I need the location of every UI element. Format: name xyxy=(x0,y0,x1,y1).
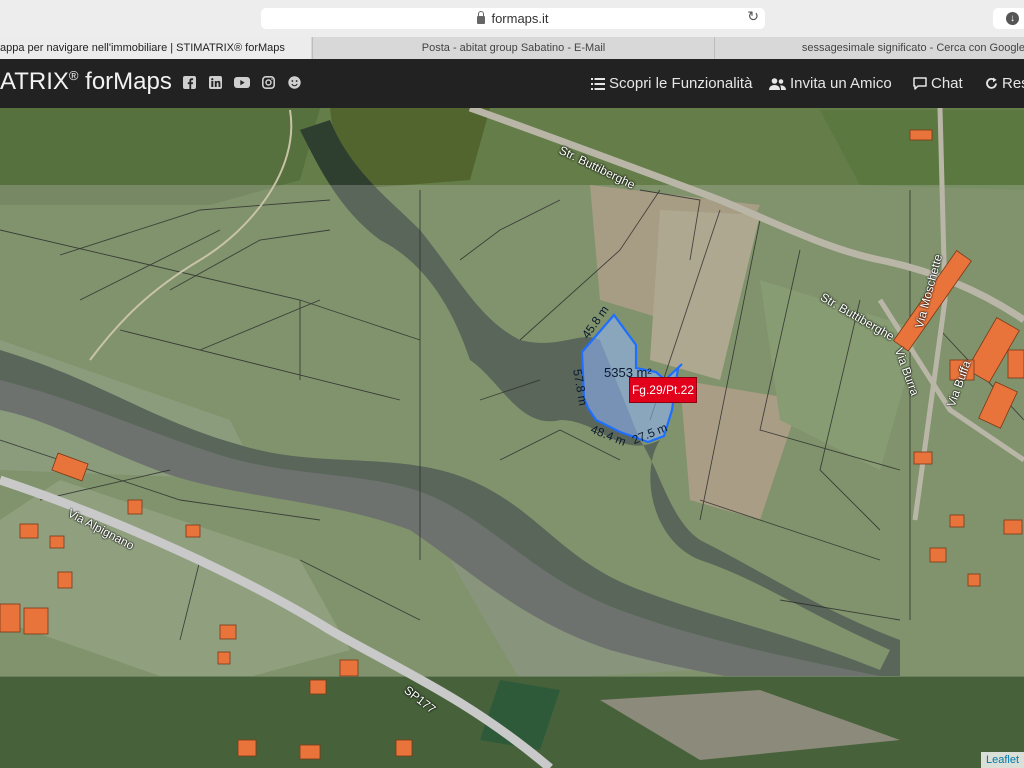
users-icon xyxy=(769,77,786,90)
reload-icon[interactable]: ↻ xyxy=(747,8,759,25)
chat-label: Chat xyxy=(931,75,963,92)
map-canvas[interactable]: 45.8 m 57.8 m 48.4 m 27.5 m 5353 m² Str.… xyxy=(0,108,1024,768)
refresh-link[interactable]: Res xyxy=(985,75,1024,92)
chat-icon xyxy=(913,77,927,90)
url-text: formaps.it xyxy=(491,11,549,26)
address-bar[interactable]: formaps.it ↻ xyxy=(261,8,765,29)
tab-label: sessagesimale significato - Cerca con Go… xyxy=(801,42,1024,54)
downloads-button[interactable]: ↓ xyxy=(993,8,1024,29)
tab-posta[interactable]: Posta - abitat group Sabatino - E-Mail xyxy=(312,37,714,59)
features-label: Scopri le Funzionalità xyxy=(609,75,753,92)
parcel-label[interactable]: Fg.29/Pt.22 xyxy=(629,377,697,403)
instagram-icon[interactable] xyxy=(262,76,275,90)
lock-icon xyxy=(477,10,486,24)
features-link[interactable]: Scopri le Funzionalità xyxy=(591,75,752,92)
brand-registered-mark: ® xyxy=(68,68,79,83)
download-icon: ↓ xyxy=(1006,12,1019,25)
invite-friend-label: Invita un Amico xyxy=(790,75,892,92)
linkedin-icon[interactable] xyxy=(209,76,222,90)
youtube-icon[interactable] xyxy=(234,76,250,90)
tab-label: appa per navigare nell'immobiliare | STI… xyxy=(0,42,285,54)
refresh-icon xyxy=(986,77,997,89)
facebook-icon[interactable] xyxy=(183,76,196,90)
invite-friend-link[interactable]: Invita un Amico xyxy=(769,75,892,92)
app-navbar: ATRIX® forMaps Scopri le Funzionalità In… xyxy=(0,59,1024,108)
browser-toolbar: formaps.it ↻ ↓ xyxy=(0,0,1024,38)
brand-suffix: forMaps xyxy=(78,68,172,95)
chat-link[interactable]: Chat xyxy=(913,75,963,92)
tab-stimatrix[interactable]: appa per navigare nell'immobiliare | STI… xyxy=(0,37,311,59)
brand-logo[interactable]: ATRIX® forMaps xyxy=(0,68,172,96)
tab-label: Posta - abitat group Sabatino - E-Mail xyxy=(421,42,606,54)
refresh-label: Res xyxy=(1002,75,1024,92)
leaflet-attribution[interactable]: Leaflet xyxy=(980,752,1024,768)
tab-strip: appa per navigare nell'immobiliare | STI… xyxy=(0,37,1024,60)
brand-text: ATRIX xyxy=(0,68,69,95)
satellite-map[interactable] xyxy=(0,108,1024,768)
tab-google[interactable]: sessagesimale significato - Cerca con Go… xyxy=(714,37,1024,59)
smile-icon[interactable] xyxy=(288,76,301,90)
list-icon xyxy=(591,77,605,90)
